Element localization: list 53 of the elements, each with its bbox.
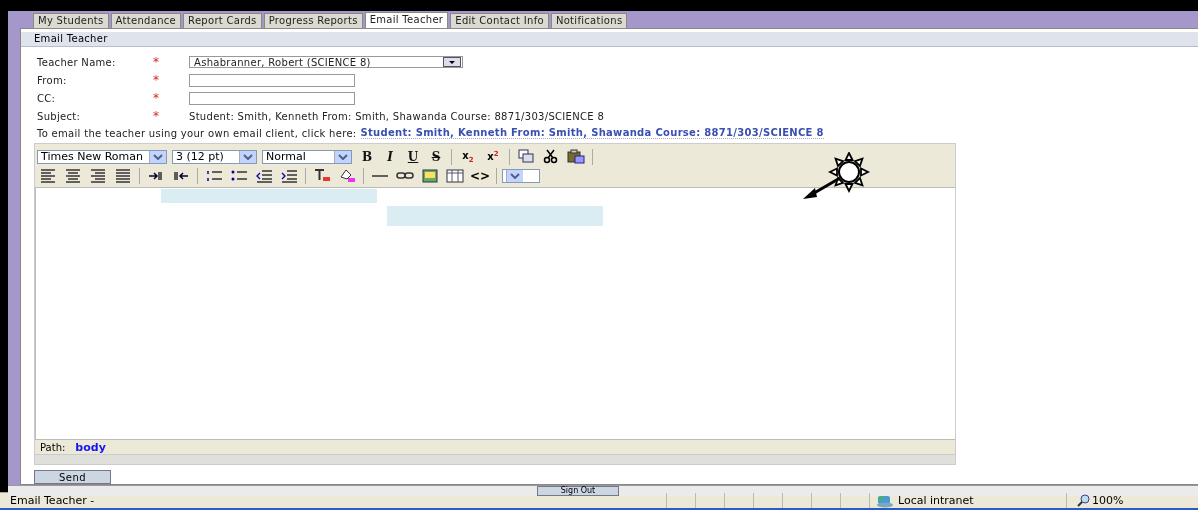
align-center-icon[interactable] [64,167,82,184]
toolbar-select[interactable] [502,168,540,183]
email-link[interactable]: Student: Smith, Kenneth From: Smith, Shawanda Course: 8871/303/SCIENCE 8 [360,127,824,139]
toolbar-select[interactable]: Normal [262,149,352,164]
send-button[interactable]: Send [34,470,111,484]
required-icon: * [153,109,189,123]
teacher-select[interactable]: Ashabranner, Robert (SCIENCE 8) [189,56,463,68]
copy-icon[interactable] [517,148,535,165]
subject-text: Student: Smith, Kenneth From: Smith, Shawanda Course: 8871/303/SCIENCE 8 [189,110,605,122]
indent-icon[interactable] [280,167,298,184]
field-label: CC: [37,92,57,104]
tab[interactable]: Notifications [550,13,628,28]
toolbar-select[interactable]: 3 (12 pt) [172,149,257,164]
input-field[interactable] [189,73,355,87]
required-icon: * [153,73,189,87]
field-label: Teacher Name: [37,56,117,68]
source-button[interactable]: <> [469,168,491,183]
zoom-level[interactable]: 100% [1092,494,1124,507]
tab[interactable]: Attendance [110,13,182,28]
tab[interactable]: Progress Reports [263,13,363,28]
panel-title: Email Teacher [21,32,1198,47]
script-button[interactable]: x$_{2}$ [457,149,479,164]
script-button[interactable]: x$^{2}$ [482,150,504,163]
zone-text: Local intranet [898,494,974,507]
required-icon: * [153,55,189,69]
underline-button[interactable]: U [403,149,423,164]
align-left-icon[interactable] [39,167,57,184]
field-label: Subject: [37,110,82,122]
path-label: Path: [40,441,66,453]
align-right-icon[interactable] [89,167,107,184]
zoom-icon[interactable] [1077,494,1090,507]
input-field[interactable] [189,91,355,105]
outdent-icon[interactable] [255,167,273,184]
tab[interactable]: My Students [33,13,109,28]
scissors-icon[interactable] [542,148,560,165]
strike-button[interactable]: S [426,149,446,164]
align-justify-icon[interactable] [114,167,132,184]
path-value[interactable]: body [75,440,106,454]
text-color-icon[interactable] [313,167,331,184]
tab[interactable]: Report Cards [183,13,262,28]
field-label: From: [37,74,68,86]
table-icon[interactable] [446,167,464,184]
bold-button[interactable]: B [357,149,377,164]
tab[interactable]: Email Teacher [364,12,449,28]
email-note: To email the teacher using your own email client, click here: [37,127,357,139]
toolbar-select[interactable]: Times New Roman [37,149,167,164]
paint-bucket-icon[interactable] [338,167,356,184]
required-icon: * [153,91,189,105]
tab[interactable]: Edit Contact Info [450,13,549,28]
clipboard-icon[interactable] [567,148,585,165]
italic-button[interactable]: I [380,149,400,164]
image-icon[interactable] [421,167,439,184]
status-text: Email Teacher - [9,494,96,507]
